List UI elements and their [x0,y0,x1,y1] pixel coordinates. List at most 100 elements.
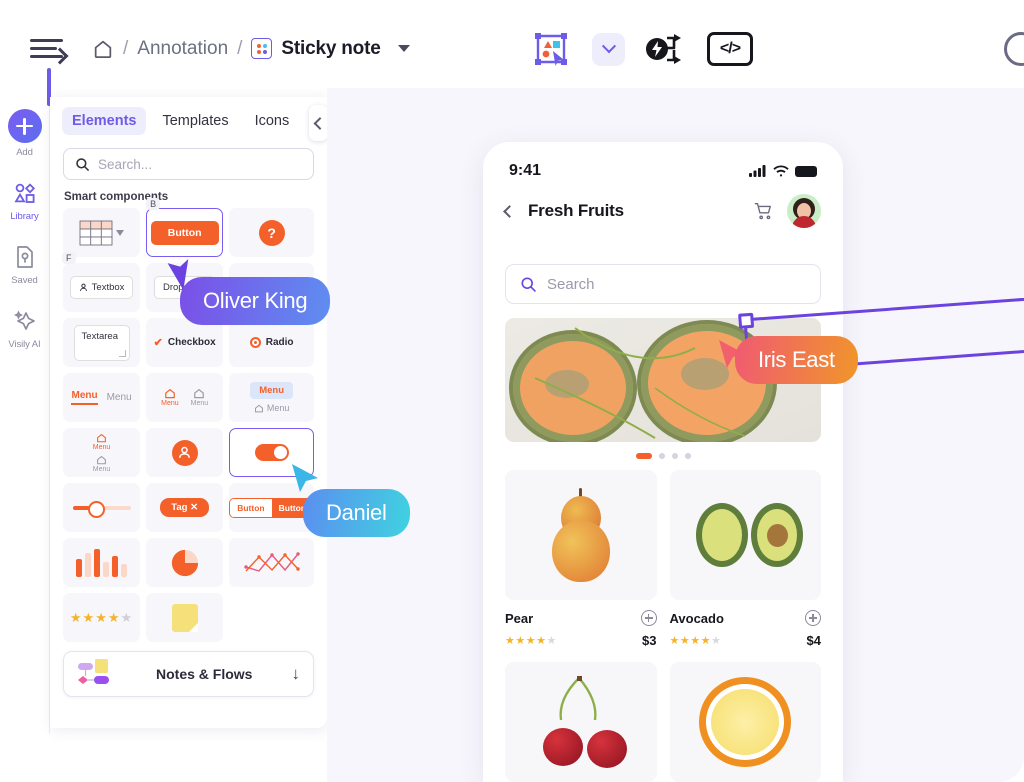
product-card-lemon[interactable] [669,662,821,782]
product-card-avocado[interactable]: Avocado ★★★★★ $4 [669,470,821,648]
hamburger-menu-icon[interactable] [30,29,70,69]
component-pill-menu[interactable]: Menu Menu [229,373,314,422]
home-icon[interactable] [92,38,114,60]
design-canvas[interactable]: 9:41 Fresh Fruits Search Pear ★★★★★ $3 A… [327,88,1024,782]
product-card-pear[interactable]: Pear ★★★★★ $3 [505,470,657,648]
menu-label: Menu [106,392,132,403]
search-input[interactable] [63,148,314,180]
component-avatar[interactable] [146,428,224,477]
carousel-dot[interactable] [671,453,678,459]
sidebar-item-add[interactable]: Add [0,109,49,158]
page-title: Fresh Fruits [528,201,624,220]
component-sticky-note[interactable] [146,593,224,642]
resize-handle-top-left[interactable] [738,312,755,329]
component-pie-chart[interactable] [146,538,224,587]
sidebar-item-library[interactable]: Library [0,179,49,222]
search-input[interactable]: Search [505,264,821,304]
menu-item-active: Menu [93,433,110,451]
table-icon [79,220,124,245]
component-tabs-menu[interactable]: Menu Menu [63,373,141,422]
search-icon[interactable] [1004,32,1024,66]
battery-icon [795,165,817,177]
component-vertical-menu[interactable]: Menu Menu [63,428,141,477]
left-rail: Add Library Saved Visily AI [0,97,50,734]
menu-label: Menu [190,400,209,407]
shopping-cart-icon[interactable] [753,201,773,221]
component-rating-stars[interactable]: ★★★★★ [63,593,141,642]
cherry-right [586,730,627,768]
panel-collapse-button[interactable] [309,105,327,141]
check-icon: ✔ [153,337,163,349]
textarea-label: Textarea [73,324,130,361]
avatar[interactable] [787,194,821,228]
cherry-stems [559,676,597,721]
plus-circle-icon[interactable] [640,610,657,626]
sidebar-item-label: Visily AI [8,339,41,350]
collaborator-name: Iris East [735,336,858,384]
auto-flow-tool[interactable] [643,26,689,72]
notes-flows-label: Notes & Flows [156,666,253,682]
menu-pill-active: Menu [250,382,294,399]
carousel-dot-active[interactable] [635,453,652,459]
code-view-tool[interactable]: </> [707,26,753,72]
component-help-tooltip[interactable]: ? [229,208,314,257]
avocado-half-right [751,503,803,567]
notes-flows-icon [78,659,109,684]
phone-mockup[interactable]: 9:41 Fresh Fruits Search Pear ★★★★★ $3 A… [483,142,843,782]
component-line-chart[interactable] [229,538,314,587]
product-price: $3 [642,633,657,648]
toggle-switch-icon [254,444,289,461]
component-icon-menu[interactable]: Menu Menu [146,373,224,422]
product-card-cherries[interactable] [505,662,657,782]
textbox-label: Textbox [91,282,125,293]
breadcrumb-current-page[interactable]: Sticky note [281,38,380,60]
component-textarea[interactable]: Textarea [63,318,141,367]
sidebar-item-label: Library [10,211,39,222]
search-field[interactable] [98,156,288,172]
avatar-icon [171,439,198,466]
component-checkbox[interactable]: ✔ Checkbox [146,318,224,367]
tool-dropdown[interactable] [592,32,625,66]
component-bar-chart[interactable] [63,538,141,587]
collaborator-tag-oliver-king: Oliver King [180,277,331,325]
status-time: 9:41 [509,162,542,179]
component-badge: B [146,198,161,210]
breadcrumb-separator-1: / [123,37,129,59]
chevron-left-icon[interactable] [503,204,516,218]
component-textbox[interactable]: F Textbox [62,252,141,312]
select-frame-tool[interactable] [528,26,574,72]
sidebar-item-saved[interactable]: Saved [0,243,49,286]
chevron-down-icon[interactable] [397,45,410,52]
tab-elements[interactable]: Elements [62,107,147,135]
saved-file-icon [16,246,33,268]
radio-label: Radio [265,337,294,348]
home-menu-item: Menu [161,388,179,407]
sparkle-ai-icon [13,310,35,330]
notes-and-flows-section[interactable]: Notes & Flows ↓ [63,651,314,697]
rating-stars-icon: ★★★★★ [69,609,134,625]
arrow-down-icon[interactable]: ↓ [292,664,301,684]
plus-circle-icon[interactable] [805,610,821,626]
product-meta: Pear [505,610,657,626]
lemon-slice [699,677,792,767]
tab-icons[interactable]: Icons [245,107,300,135]
breadcrumb-project[interactable]: Annotation [137,38,228,60]
product-image [669,662,821,782]
component-slider[interactable] [63,483,141,532]
checkbox-preview: ✔ Checkbox [154,336,216,349]
search-placeholder: Search [547,275,595,293]
carousel-dot[interactable] [658,453,665,459]
carousel-dot[interactable] [684,453,691,459]
carousel-dots[interactable] [483,453,843,459]
product-name: Avocado [669,610,724,626]
collaborator-name: Oliver King [180,277,331,325]
top-toolbar: / Annotation / Sticky note </> [0,0,1024,97]
component-table[interactable] [63,208,141,257]
wifi-icon [773,165,789,177]
section-title: Smart components [64,191,169,203]
component-tag[interactable]: Tag ✕ [146,483,224,532]
tab-templates[interactable]: Templates [152,107,238,135]
component-button[interactable]: B Button [146,198,224,257]
sidebar-item-visily-ai[interactable]: Visily AI [0,307,49,350]
component-radio[interactable]: Radio [229,318,314,367]
